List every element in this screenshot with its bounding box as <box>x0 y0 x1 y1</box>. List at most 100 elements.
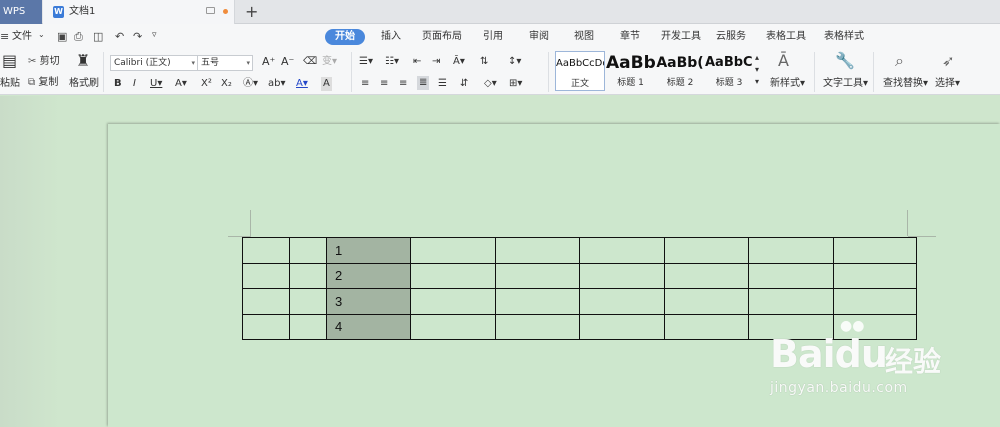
table-cell[interactable] <box>242 313 290 340</box>
table-cell[interactable] <box>833 262 917 289</box>
table-cell[interactable] <box>579 237 665 264</box>
table-cell[interactable] <box>289 313 327 340</box>
tab-table-tools[interactable]: 表格工具 <box>766 29 806 45</box>
table-cell[interactable]: 4 <box>326 313 411 340</box>
table-cell[interactable] <box>833 237 917 264</box>
new-style-button[interactable]: 新样式▾ <box>770 77 805 91</box>
format-painter-icon[interactable]: ♜ <box>76 53 90 69</box>
tab-page-layout[interactable]: 页面布局 <box>422 29 462 45</box>
search-icon[interactable]: ⌕ <box>895 53 904 69</box>
increase-indent-icon[interactable]: ⇥ <box>432 55 440 69</box>
style-heading-1[interactable]: AaBb 标题 1 <box>606 51 655 91</box>
text-effect-icon[interactable]: Ⓐ▾ <box>243 77 258 91</box>
subscript-icon[interactable]: X₂ <box>221 77 232 91</box>
table-cell[interactable] <box>242 262 290 289</box>
align-center-icon[interactable]: ≡ <box>380 77 388 91</box>
hamburger-icon[interactable]: ≡ <box>0 30 9 43</box>
font-color-effect-icon[interactable]: A▾ <box>175 77 187 91</box>
table-cell[interactable] <box>289 237 327 264</box>
table-cell[interactable] <box>410 288 496 315</box>
justify-icon[interactable]: ≣ <box>417 76 430 90</box>
table-cell[interactable] <box>495 313 580 340</box>
borders-icon[interactable]: ⊞▾ <box>509 77 522 91</box>
sort-icon[interactable]: ⇅ <box>480 55 488 69</box>
print-preview-icon[interactable]: ◫ <box>93 30 103 43</box>
select-button[interactable]: 选择▾ <box>935 77 960 91</box>
chinese-layout-icon[interactable]: Ā▾ <box>453 55 465 69</box>
table-cell[interactable]: 1 <box>326 237 411 264</box>
table-cell[interactable] <box>664 237 749 264</box>
table-cell[interactable] <box>410 237 496 264</box>
table-cell[interactable] <box>579 313 665 340</box>
paste-button[interactable]: 粘贴 <box>0 77 20 91</box>
table-cell[interactable]: 3 <box>326 288 411 315</box>
style-heading-3[interactable]: AaBbC( 标题 3 <box>705 51 753 91</box>
font-name-select[interactable]: Calibri (正文) ▾ <box>110 55 198 71</box>
bullet-list-icon[interactable]: ☰▾ <box>359 55 373 69</box>
table-cell[interactable] <box>664 288 749 315</box>
print-icon[interactable]: ⎙ <box>74 30 83 44</box>
wps-app-tab[interactable]: WPS <box>0 0 42 24</box>
phonetic-icon[interactable]: 变▾ <box>322 55 337 69</box>
table-cell[interactable] <box>289 288 327 315</box>
format-painter-button[interactable]: 格式刷 <box>69 77 99 91</box>
tab-table-style[interactable]: 表格样式 <box>824 29 864 45</box>
underline-icon[interactable]: U▾ <box>150 77 162 91</box>
table-cell[interactable] <box>833 288 917 315</box>
table-cell[interactable] <box>748 262 834 289</box>
table-cell[interactable] <box>410 262 496 289</box>
undo-icon[interactable]: ↶ <box>115 30 124 43</box>
tab-review[interactable]: 审阅 <box>529 29 549 45</box>
table-cell[interactable] <box>495 262 580 289</box>
table-cell[interactable] <box>242 288 290 315</box>
tab-cloud[interactable]: 云服务 <box>716 29 746 45</box>
align-right-icon[interactable]: ≡ <box>399 77 407 91</box>
italic-icon[interactable]: I <box>133 77 136 91</box>
table-cell[interactable] <box>495 288 580 315</box>
grow-font-icon[interactable]: A⁺ <box>262 55 275 69</box>
save-icon[interactable]: ▣ <box>57 30 67 43</box>
align-left-icon[interactable]: ≡ <box>361 77 369 91</box>
font-size-select[interactable]: 五号 ▾ <box>197 55 253 71</box>
monitor-icon[interactable] <box>206 7 215 14</box>
text-tools-button[interactable]: 文字工具▾ <box>823 77 868 91</box>
numbered-list-icon[interactable]: ☷▾ <box>385 55 399 69</box>
table-cell[interactable]: 2 <box>326 262 411 289</box>
copy-button[interactable]: ⧉ 复制 <box>28 76 58 90</box>
style-heading-2[interactable]: AaBb( 标题 2 <box>656 51 704 91</box>
table-cell[interactable] <box>289 262 327 289</box>
customize-icon[interactable]: ▿ <box>152 30 157 40</box>
table-cell[interactable] <box>664 262 749 289</box>
paragraph-marks-icon[interactable]: ⇵ <box>460 77 468 91</box>
wrench-icon[interactable]: 🔧 <box>835 53 855 69</box>
table-cell[interactable] <box>410 313 496 340</box>
table-cell[interactable] <box>579 262 665 289</box>
tab-chapter[interactable]: 章节 <box>620 29 640 45</box>
redo-icon[interactable]: ↷ <box>133 30 142 43</box>
tab-insert[interactable]: 插入 <box>381 29 401 45</box>
shrink-font-icon[interactable]: A⁻ <box>281 55 294 69</box>
file-menu[interactable]: 文件 <box>12 29 32 45</box>
decrease-indent-icon[interactable]: ⇤ <box>413 55 421 69</box>
superscript-icon[interactable]: X² <box>201 77 212 91</box>
line-spacing-icon[interactable]: ↕▾ <box>508 55 521 69</box>
paste-icon[interactable]: ▤ <box>2 53 17 69</box>
table-cell[interactable] <box>242 237 290 264</box>
tab-developer[interactable]: 开发工具 <box>661 29 701 45</box>
bold-icon[interactable]: B <box>114 77 122 91</box>
shading-icon[interactable]: ◇▾ <box>484 77 497 91</box>
font-color-icon[interactable]: A▾ <box>296 77 308 91</box>
tab-reference[interactable]: 引用 <box>483 29 503 45</box>
new-tab-button[interactable]: + <box>245 0 258 23</box>
chevron-down-icon[interactable]: ⌄ <box>38 30 45 39</box>
clear-format-icon[interactable]: ⌫ <box>303 55 317 69</box>
cut-button[interactable]: ✂ 剪切 <box>28 55 60 69</box>
table-cell[interactable] <box>748 288 834 315</box>
table-cell[interactable] <box>495 237 580 264</box>
tab-view[interactable]: 视图 <box>574 29 594 45</box>
styles-scroll-icon[interactable]: ▴ ▾ ▾ <box>755 52 759 88</box>
find-replace-button[interactable]: 查找替换▾ <box>883 77 928 91</box>
table-cell[interactable] <box>664 313 749 340</box>
document-tab[interactable]: W 文档1 <box>43 0 235 24</box>
distributed-icon[interactable]: ☰ <box>438 77 447 91</box>
